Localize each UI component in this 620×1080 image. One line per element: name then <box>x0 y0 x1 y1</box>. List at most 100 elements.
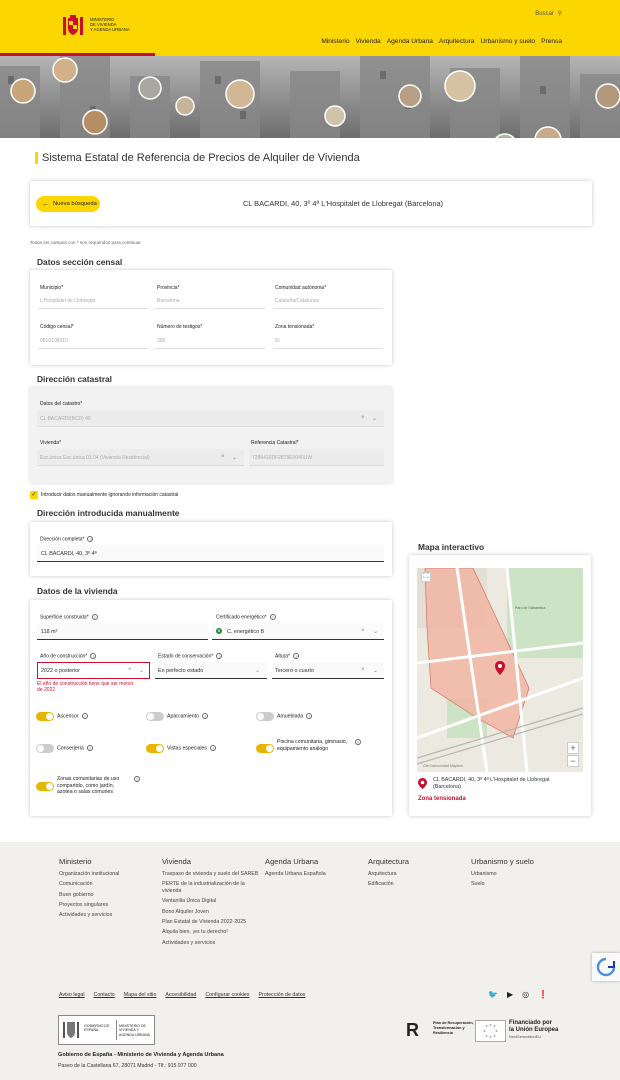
legal-link-contacto[interactable]: Contacto <box>94 992 115 998</box>
chevron-down-icon[interactable]: ⌄ <box>232 454 237 461</box>
clear-icon[interactable]: × <box>361 415 365 421</box>
title-accent <box>35 152 38 164</box>
help-icon[interactable]: ? <box>306 713 313 719</box>
chevron-down-icon[interactable]: ⌄ <box>373 628 378 635</box>
eu-line: la Unión Europea <box>509 1027 559 1033</box>
chevron-down-icon[interactable]: ⌄ <box>255 667 260 674</box>
altura-text: Altura* <box>275 653 291 660</box>
provincia-value: Barcelona <box>157 298 180 304</box>
alert-icon[interactable]: ❗ <box>538 990 548 999</box>
aparcamiento-toggle[interactable] <box>146 712 164 721</box>
footer-link[interactable]: Edificación <box>368 881 468 888</box>
footer-link[interactable]: Alquila bien, ¡es tu derecho! <box>162 929 260 936</box>
direccion-completa-text: Dirección completa* <box>40 536 85 543</box>
ministry-logo-text[interactable]: MINISTERIO DE VIVIENDA Y AGENDA URBANA <box>90 17 150 32</box>
aparcamiento-label: Aparcamiento? <box>167 713 209 720</box>
footer-link[interactable]: Arquitectura <box>368 871 468 878</box>
footer-link[interactable]: Comunicación <box>59 881 159 888</box>
instagram-icon[interactable]: ◎ <box>522 990 529 999</box>
help-icon[interactable]: ? <box>134 776 140 782</box>
footer-col-title: Agenda Urbana <box>265 857 319 866</box>
help-icon[interactable]: ? <box>87 536 94 542</box>
ascensor-label: Ascensor? <box>57 713 88 720</box>
help-icon[interactable]: ? <box>81 713 88 719</box>
divider <box>273 348 383 349</box>
piscina-toggle[interactable] <box>256 744 274 753</box>
footer-link[interactable]: Organización institucional <box>59 871 159 878</box>
social-links: 🐦 ▶ ◎ ❗ <box>488 990 548 999</box>
zona-value: Sí <box>275 338 280 344</box>
clear-icon[interactable]: × <box>361 628 365 634</box>
help-icon[interactable]: ? <box>269 614 276 620</box>
footer-link[interactable]: Bono Alquiler Joven <box>162 909 260 916</box>
footer-link[interactable]: Plan Estatal de Vivienda 2022-2025 <box>162 919 260 926</box>
footer-link[interactable]: Urbanismo <box>471 871 571 878</box>
footer-link[interactable]: Actividades y servicios <box>59 912 159 919</box>
footer-link[interactable]: Traspaso de vivienda y suelo del SAREB <box>162 871 260 878</box>
amueblada-toggle[interactable] <box>256 712 274 721</box>
conserjeria-toggle[interactable] <box>36 744 54 753</box>
legal-link-proteccion[interactable]: Protección de datos <box>259 992 306 998</box>
chevron-down-icon[interactable]: ⌄ <box>372 415 377 422</box>
nav-item-ministerio[interactable]: Ministerio <box>321 38 349 45</box>
help-icon[interactable]: ? <box>91 614 98 620</box>
chevron-down-icon[interactable]: ⌄ <box>373 667 378 674</box>
nav-item-vivienda[interactable]: Vivienda <box>356 38 381 45</box>
help-icon[interactable]: ? <box>90 653 97 659</box>
help-icon[interactable]: ? <box>293 653 300 659</box>
superficie-input[interactable] <box>37 623 208 640</box>
nav-item-arquitectura[interactable]: Arquitectura <box>439 38 475 45</box>
map-address: CL BACARDI, 40, 3º 4ª L'Hospitalet de Ll… <box>433 777 583 790</box>
gov-logo-line2: MINISTERIO DE VIVIENDA Y AGENDA URBANA <box>119 1024 150 1037</box>
map-label-parc: Parc de l'Alhambra <box>515 606 546 610</box>
zoom-out-icon[interactable]: − <box>567 755 579 767</box>
clear-icon[interactable]: × <box>128 667 132 673</box>
legal-link-aviso[interactable]: Aviso legal <box>59 992 85 998</box>
interactive-map[interactable]: ⛶ + − Parc de l'Alhambra Gift Cartociuda… <box>417 568 583 772</box>
twitter-icon[interactable]: 🐦 <box>488 990 498 999</box>
footer-link[interactable]: Suelo <box>471 881 571 888</box>
clear-icon[interactable]: × <box>361 667 365 673</box>
footer-link[interactable]: PERTE de la industrialización de la vivi… <box>162 881 260 895</box>
municipio-value: L'Hospitalet de Llobregat <box>40 298 96 304</box>
fullscreen-icon[interactable]: ⛶ <box>421 572 431 582</box>
footer-col-title: Arquitectura <box>368 857 409 866</box>
footer-link[interactable]: Actividades y servicios <box>162 940 260 947</box>
youtube-icon[interactable]: ▶ <box>507 990 513 999</box>
zonas-comunitarias-label: Zonas comunitarias de uso compartido, co… <box>57 776 120 795</box>
nav-item-urbanismo[interactable]: Urbanismo y suelo <box>480 38 535 45</box>
help-icon[interactable]: ? <box>202 713 209 719</box>
help-icon[interactable]: ? <box>355 739 361 745</box>
help-icon[interactable]: ? <box>210 745 216 751</box>
footer-link[interactable]: Ventanilla Única Digital <box>162 898 260 905</box>
search-link[interactable]: Buscar ⚲ <box>535 10 562 17</box>
chevron-down-icon[interactable]: ⌄ <box>139 667 144 674</box>
new-search-button[interactable]: ← Nueva búsqueda <box>36 196 100 212</box>
footer-link[interactable]: Agenda Urbana Española <box>265 871 365 878</box>
help-icon[interactable]: ? <box>86 745 93 751</box>
footer-link[interactable]: Proyectos singulares <box>59 902 159 909</box>
zonas-comunitarias-toggle[interactable] <box>36 782 54 791</box>
datos-catastro-label: Datos del catastro* <box>40 401 83 407</box>
nav-item-agenda-urbana[interactable]: Agenda Urbana <box>387 38 433 45</box>
legal-link-accesibilidad[interactable]: Accesibilidad <box>165 992 196 998</box>
ascensor-toggle[interactable] <box>36 712 54 721</box>
manual-checkbox[interactable]: ✓ <box>30 491 38 499</box>
footer-col-vivienda: Vivienda Traspaso de vivienda y suelo de… <box>162 857 260 946</box>
footer-address: Paseo de la Castellana 67, 28071 Madrid … <box>58 1063 197 1069</box>
vivienda-label: Vivienda* <box>40 440 62 446</box>
page-title: Sistema Estatal de Referencia de Precios… <box>42 152 360 164</box>
recaptcha-icon[interactable] <box>592 953 620 981</box>
help-icon[interactable]: ? <box>216 653 223 659</box>
zoom-in-icon[interactable]: + <box>567 742 579 754</box>
clear-icon[interactable]: × <box>221 454 225 460</box>
footer-link[interactable]: Buen gobierno <box>59 892 159 899</box>
coat-of-arms-icon[interactable] <box>60 14 86 38</box>
prtr-text: Plan de Recuperación, Transformación y R… <box>433 1021 474 1035</box>
legal-link-mapa[interactable]: Mapa del sitio <box>124 992 157 998</box>
legal-link-cookies[interactable]: Configurar cookies <box>205 992 249 998</box>
vivienda-section-title: Datos de la vivienda <box>37 586 118 596</box>
nav-item-prensa[interactable]: Prensa <box>541 38 562 45</box>
logo-line: Y AGENDA URBANA <box>90 27 130 32</box>
vistas-toggle[interactable] <box>146 744 164 753</box>
